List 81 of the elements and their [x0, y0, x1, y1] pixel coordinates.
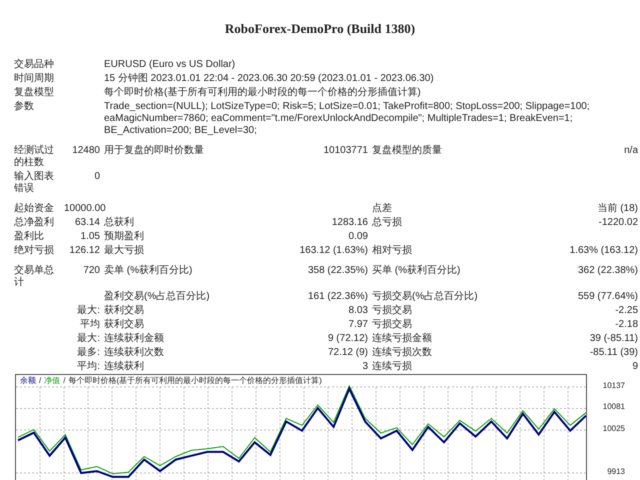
stat-label: 起始资金 — [14, 203, 54, 214]
stat-label: 连续获利金额 — [104, 333, 164, 344]
stat-qualifier: 最大: — [77, 333, 100, 344]
stat-value: 63.14 — [74, 217, 100, 228]
field-value: 15 分钟图 2023.01.01 22:04 - 2023.06.30 20:59 (2023.01.01 - 2023.06.30) — [104, 73, 434, 84]
stat-value: 当前 (18) — [597, 203, 638, 214]
stat-value: 72.12 (9) — [328, 347, 368, 358]
stat-value: 126.12 — [69, 245, 100, 256]
stat-value: -2.25 — [615, 305, 638, 316]
stat-label: 用于复盘的即时价数量 — [104, 145, 204, 156]
stat-label: 连续亏损金额 — [372, 333, 432, 344]
axis-label: 10081 — [602, 402, 625, 412]
stat-label: 复盘模型的质量 — [372, 145, 442, 156]
stat-label: 经测试过的柱数 — [14, 145, 54, 168]
stat-label: 盈利交易(%占总百分比) — [104, 291, 210, 302]
stat-value: 12480 — [72, 145, 100, 156]
stat-label: 交易单总计 — [14, 265, 54, 288]
stat-value: 1.63% (163.12) — [570, 245, 638, 256]
stat-value: 3 — [362, 361, 368, 372]
stat-value: 362 (22.38%) — [578, 265, 638, 276]
stat-qualifier: 平均: — [77, 361, 100, 372]
legend-label: 净值 — [44, 376, 60, 385]
chart-caption: 每个即时价格(基于所有可利用的最小时段的每一个价格的分形插值计算) — [68, 376, 322, 385]
legend-separator: / — [39, 376, 42, 385]
field-label: 参数 — [14, 101, 34, 112]
stat-value: 1283.16 — [332, 217, 368, 228]
stat-label: 连续亏损 — [372, 361, 412, 372]
stat-qualifier: 最大: — [77, 305, 100, 316]
axis-label: 10137 — [602, 380, 625, 391]
field-value: Trade_section=(NULL); LotSizeType=0; Risk=5; LotSize=0.01; TakeProfit=800; StopLoss=200; Slippage=100; eaMagicNumber=7860; eaComment="t.me/ForexUnlockAndDecompile"; MultipleTrades=1; BreakEven=1; BE_Activation=200; BE_Level=30; — [104, 101, 590, 136]
stat-label: 总亏损 — [372, 217, 402, 228]
stat-label: 亏损交易 — [372, 319, 412, 330]
stat-value: -1220.02 — [598, 217, 638, 228]
stat-label: 买单 (%获利百分比) — [372, 265, 460, 276]
stat-value: 0 — [94, 171, 100, 182]
stat-label: 输入图表错误 — [14, 171, 54, 194]
stat-label: 点差 — [372, 203, 392, 214]
stat-label: 相对亏损 — [372, 245, 412, 256]
report-subtitle: RoboForex-DemoPro (Build 1380) — [224, 20, 416, 38]
field-value: 每个即时价格(基于所有可利用的最小时段的每一个价格的分形插值计算) — [104, 87, 421, 98]
stat-value: -2.18 — [615, 319, 638, 330]
stat-value: 39 (-85.11) — [590, 333, 638, 344]
stat-label: 盈利比 — [14, 231, 44, 242]
field-label: 交易品种 — [14, 59, 54, 70]
stat-value: 10103771 — [324, 145, 368, 156]
legend-separator: / — [63, 376, 66, 385]
stat-label: 总净盈利 — [14, 217, 54, 228]
stat-label: 连续获利次数 — [104, 347, 164, 358]
stat-label: 连续亏损次数 — [372, 347, 432, 358]
stat-label: 卖单 (%获利百分比) — [104, 265, 192, 276]
stat-label: 绝对亏损 — [14, 245, 54, 256]
stat-value: 7.97 — [348, 319, 368, 330]
stat-value: n/a — [624, 145, 638, 156]
stat-qualifier: 最多: — [77, 347, 100, 358]
legend-label: 余额 — [20, 376, 36, 385]
stat-value: -85.11 (39) — [590, 347, 638, 358]
stat-label: 亏损交易 — [372, 305, 412, 316]
field-label: 复盘模型 — [14, 87, 54, 98]
stat-value: 9 (72.12) — [328, 333, 368, 344]
stat-value: 8.03 — [348, 305, 368, 316]
stat-label: 亏损交易(%占总百分比) — [372, 291, 478, 302]
stat-value: 161 (22.36%) — [308, 291, 368, 302]
stat-value: 0.09 — [348, 231, 368, 242]
axis-label: 9913 — [606, 467, 625, 477]
stat-value: 559 (77.64%) — [578, 291, 638, 302]
stat-value: 10000.00 — [64, 203, 106, 214]
stat-label: 总获利 — [104, 217, 134, 228]
stat-value: 163.12 (1.63%) — [300, 245, 368, 256]
stat-qualifier: 平均 — [80, 319, 100, 330]
stat-value: 9 — [632, 361, 638, 372]
stat-value: 720 — [83, 265, 100, 276]
field-value: EURUSD (Euro vs US Dollar) — [104, 59, 236, 70]
field-label: 时间周期 — [14, 73, 54, 84]
stat-label: 预期盈利 — [104, 231, 144, 242]
stat-label: 最大亏损 — [104, 245, 144, 256]
stat-value: 358 (22.35%) — [308, 265, 368, 276]
stat-label: 连续获利 — [104, 361, 144, 372]
stat-label: 获利交易 — [104, 305, 144, 316]
stat-label: 获利交易 — [104, 319, 144, 330]
axis-label: 10025 — [602, 424, 625, 434]
stat-value: 1.05 — [80, 231, 100, 242]
